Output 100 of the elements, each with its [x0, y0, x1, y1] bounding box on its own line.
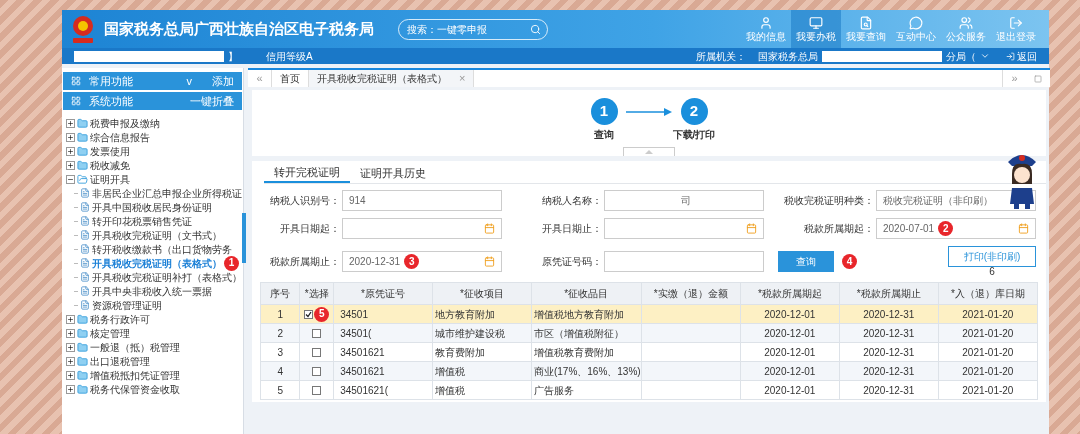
folder-icon	[77, 341, 88, 353]
tree-item[interactable]: 资源税管理证明	[92, 297, 162, 313]
table-cell: 2021-01-20	[938, 323, 1038, 343]
table-cell: 2020-12-01	[740, 380, 840, 400]
search-field[interactable]: 搜索：一键零申报	[398, 18, 548, 40]
page-icon	[80, 244, 90, 254]
expand-toggle-icon[interactable]	[66, 160, 75, 170]
page-icon	[80, 258, 90, 268]
column-header: 序号	[260, 282, 300, 305]
nav-icon	[859, 15, 873, 30]
field-label: 开具日期止：	[541, 222, 603, 236]
org-label: 所属机关：	[696, 49, 746, 64]
table-cell: 4	[260, 361, 300, 381]
input-field[interactable]: 司	[604, 190, 764, 211]
form-tab[interactable]: 转开完税证明	[264, 163, 350, 183]
tree-item[interactable]: 税费申报及缴纳	[90, 115, 160, 131]
tree-item[interactable]: 增值税抵扣凭证管理	[90, 367, 180, 383]
input-field[interactable]: 2020-12-31 3	[342, 251, 502, 272]
expand-toggle-icon[interactable]	[66, 328, 75, 338]
folder-icon	[77, 131, 88, 143]
nav-icon	[1009, 15, 1023, 30]
tree-item[interactable]: 一般退（抵）税管理	[90, 339, 180, 355]
column-header: *税款所属期止	[839, 282, 939, 305]
table-cell: 地方教育附加	[432, 304, 532, 324]
field-label: 税款所属期起：	[803, 222, 875, 236]
form-tab[interactable]: 证明开具历史	[350, 163, 436, 183]
folder-icon	[77, 145, 88, 157]
org-name: 国家税务总局	[758, 49, 818, 64]
caret-icon[interactable]	[980, 51, 990, 61]
folder-icon	[77, 383, 88, 395]
table-cell: 2020-12-01	[740, 323, 840, 343]
input-field[interactable]: 2020-07-01 2	[876, 218, 1036, 239]
callout-badge: 2	[938, 221, 954, 236]
tree-item[interactable]: 转开税收缴款书（出口货物劳务	[92, 241, 232, 257]
column-header: *实缴（退）金额	[641, 282, 741, 305]
tree-item[interactable]: 非居民企业汇总申报企业所得税证	[92, 185, 242, 201]
table-cell: 34501621	[333, 361, 433, 381]
table-cell: 2	[260, 323, 300, 343]
tree-item[interactable]: 核定管理	[90, 325, 130, 341]
bracket-text: 】	[228, 49, 238, 64]
print-button[interactable]: 打印(非印刷)	[948, 246, 1036, 267]
table-cell: 增值税地方教育附加	[531, 304, 642, 324]
step-label: 查询	[594, 128, 614, 142]
tree-item[interactable]: 税务行政许可	[90, 311, 150, 327]
input-field[interactable]	[342, 218, 502, 239]
tree-item[interactable]: 开具中国税收居民身份证明	[92, 199, 212, 215]
column-header: *税款所属期起	[740, 282, 840, 305]
callout-badge: 4	[842, 254, 857, 269]
tree-item[interactable]: 税务代保管资金收取	[90, 381, 180, 397]
table-cell: 广告服务	[531, 380, 642, 400]
tree-item[interactable]: 开具中央非税收入统一票据	[92, 283, 212, 299]
collapse-toggle-icon[interactable]	[66, 174, 75, 184]
table-cell: 增值税	[432, 380, 532, 400]
field-label: 税收完税证明种类：	[783, 194, 875, 208]
input-field[interactable]	[604, 218, 764, 239]
table-cell: 34501621	[333, 342, 433, 362]
expand-toggle-icon[interactable]	[66, 118, 75, 128]
tree-item[interactable]: 综合信息报告	[90, 129, 150, 145]
table-cell: 3	[260, 342, 300, 362]
step-label: 下载/打印	[672, 128, 716, 142]
back-link[interactable]: 返回	[1006, 48, 1037, 64]
expand-toggle-icon[interactable]	[66, 370, 75, 380]
table-cell: 教育费附加	[432, 342, 532, 362]
tree-item[interactable]: 转开印花税票销售凭证	[92, 213, 192, 229]
scrollbar[interactable]	[242, 213, 246, 263]
grid-icon	[71, 96, 81, 106]
row-checkbox[interactable]	[312, 366, 322, 376]
tree-item[interactable]: 开具税收完税证明（文书式）	[92, 227, 222, 243]
tree-item[interactable]: 开具税收完税证明（表格式）	[92, 255, 222, 271]
page-icon	[80, 216, 90, 226]
search-icon[interactable]	[530, 23, 541, 35]
input-field[interactable]: 914	[342, 190, 502, 211]
callout-badge: 5	[314, 306, 330, 322]
tree-item[interactable]: 出口退税管理	[90, 353, 150, 369]
expand-toggle-icon[interactable]	[66, 146, 75, 156]
table-cell: 2021-01-20	[938, 361, 1038, 381]
input-field[interactable]	[604, 251, 764, 272]
row-checkbox[interactable]	[312, 385, 322, 395]
row-checkbox[interactable]	[312, 347, 322, 357]
field-label: 原凭证号码：	[541, 255, 603, 269]
nav-icon	[759, 15, 773, 30]
table-cell: 34501(	[333, 323, 433, 343]
expand-toggle-icon[interactable]	[66, 356, 75, 366]
row-checkbox[interactable]	[304, 309, 314, 319]
expand-toggle-icon[interactable]	[66, 342, 75, 352]
tree-item[interactable]: 开具税收完税证明补打（表格式）	[92, 269, 242, 285]
expand-toggle-icon[interactable]	[66, 132, 75, 142]
emblem-logo	[70, 14, 96, 44]
tree-item[interactable]: 发票使用	[90, 143, 130, 159]
page-tab[interactable]: 开具税收完税证明（表格式） ×	[309, 70, 475, 87]
tree-item[interactable]: 税收减免	[90, 157, 130, 173]
table-cell: 2020-12-31	[839, 342, 939, 362]
collapse-handle[interactable]	[623, 147, 675, 156]
row-checkbox[interactable]	[312, 328, 322, 338]
expand-toggle-icon[interactable]	[66, 314, 75, 324]
column-header: *入（退）库日期	[938, 282, 1038, 305]
tree-item[interactable]: 证明开具	[90, 171, 130, 187]
expand-toggle-icon[interactable]	[66, 384, 75, 394]
column-header: *选择	[299, 282, 334, 305]
table-cell: 2020-12-31	[839, 323, 939, 343]
